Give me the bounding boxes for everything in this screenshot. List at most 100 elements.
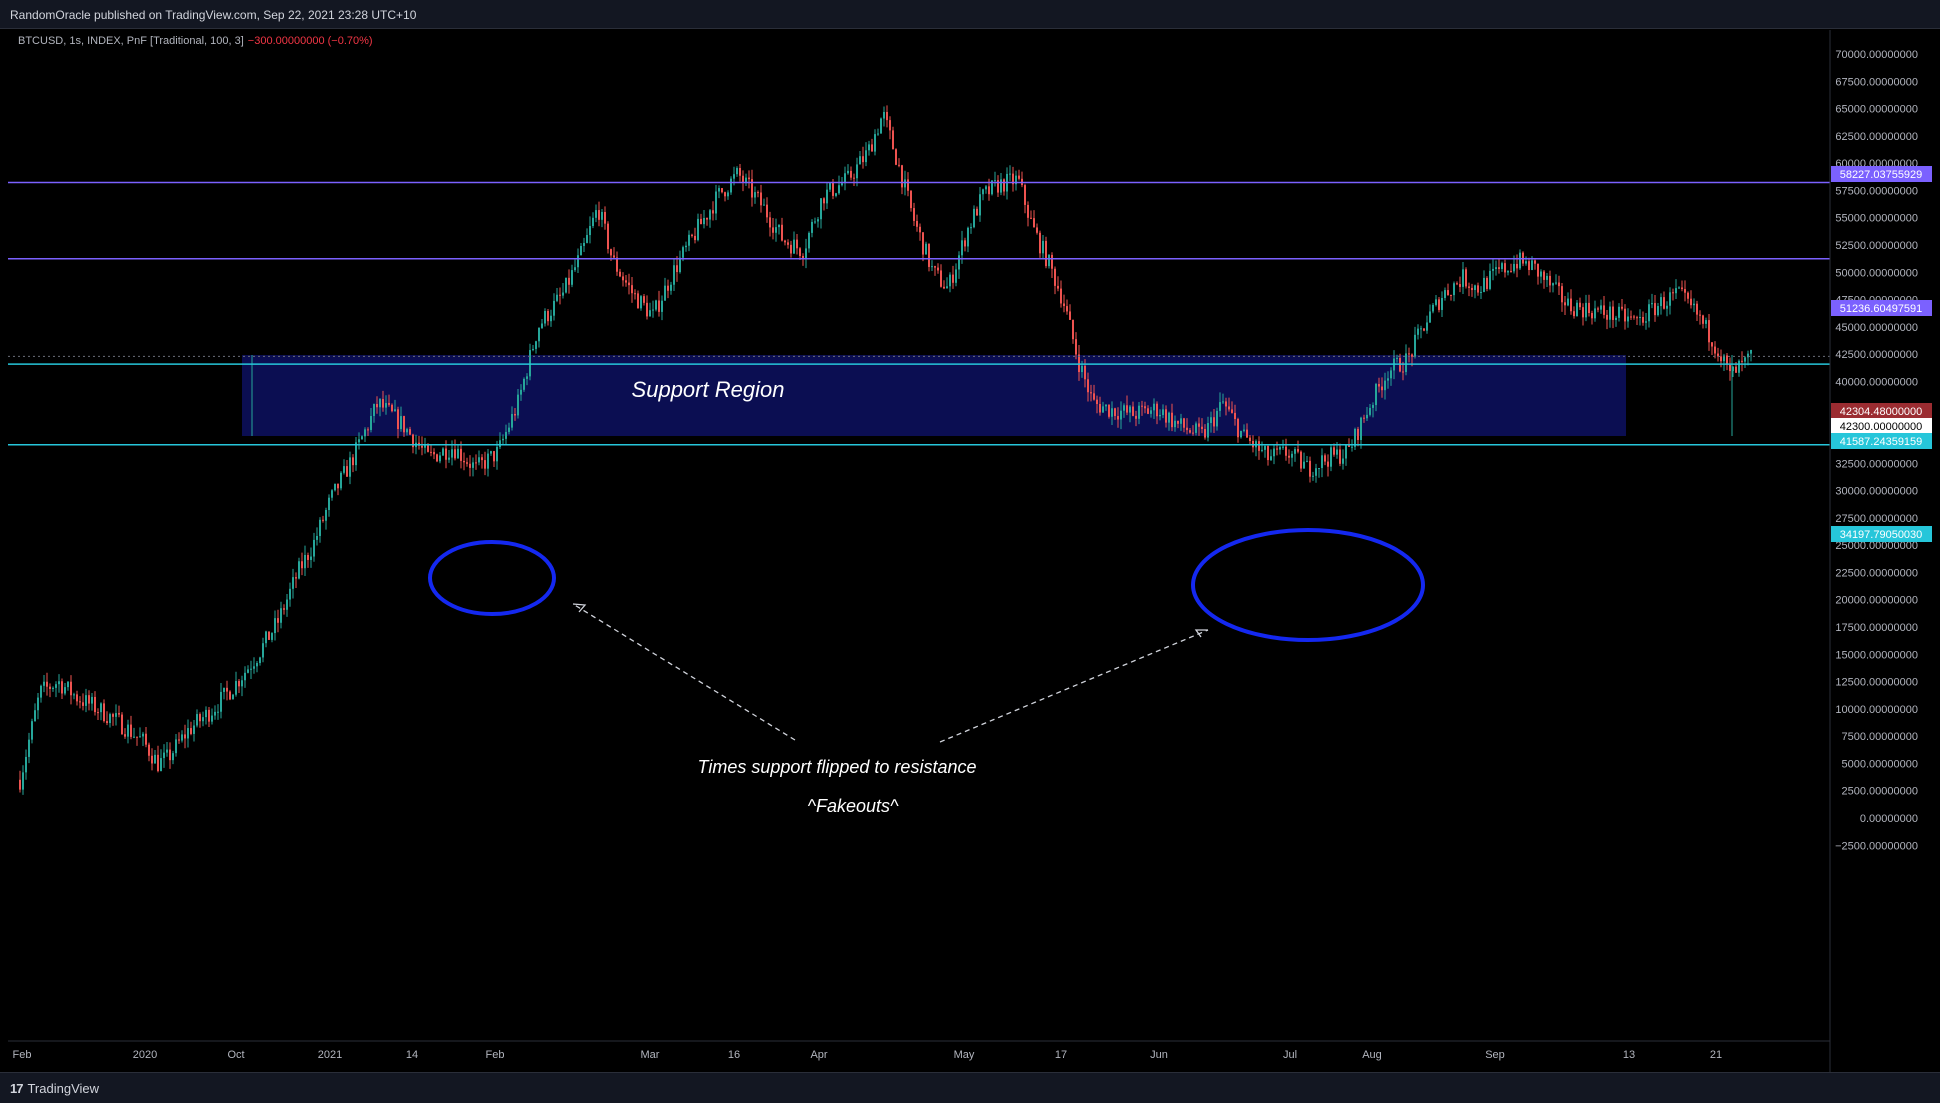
tradingview-logo-text: TradingView	[27, 1081, 100, 1096]
price-tag: 51236.60497591	[1831, 300, 1932, 316]
candle-body	[1405, 353, 1407, 372]
candle-body	[1702, 315, 1704, 324]
candle-body	[1135, 415, 1137, 419]
candle-body	[1489, 270, 1491, 289]
candle-body	[448, 457, 450, 460]
candle-body	[730, 178, 732, 193]
candle-body	[1234, 412, 1236, 420]
y-tick-label: 45000.00000000	[1835, 322, 1918, 334]
candle-body	[1645, 321, 1647, 323]
candle-body	[1306, 460, 1308, 462]
candle-body	[1579, 302, 1581, 308]
candle-body	[460, 448, 462, 461]
y-tick-label: 27500.00000000	[1835, 513, 1918, 525]
x-tick-label: 14	[406, 1049, 418, 1061]
candle-body	[562, 292, 564, 296]
candle-body	[196, 714, 198, 726]
candle-body	[1441, 297, 1443, 310]
y-tick-label: 15000.00000000	[1835, 649, 1918, 661]
candle-body	[184, 734, 186, 739]
candle-body	[1105, 404, 1107, 407]
candle-body	[1738, 360, 1740, 373]
candle-body	[1636, 317, 1638, 319]
y-tick-label: 52500.00000000	[1835, 240, 1918, 252]
candle-body	[643, 296, 645, 303]
price-tag: 34197.79050030	[1831, 526, 1932, 542]
y-tick-label: 50000.00000000	[1835, 267, 1918, 279]
candle-body	[337, 483, 339, 489]
candle-body	[64, 687, 66, 694]
candle-body	[886, 111, 888, 121]
candle-body	[1474, 285, 1476, 291]
candle-body	[1612, 306, 1614, 320]
candle-body	[271, 633, 273, 640]
candle-body	[1276, 448, 1278, 450]
candle-body	[463, 460, 465, 463]
candle-body	[505, 431, 507, 439]
candle-body	[1279, 447, 1281, 450]
chart-area[interactable]: 70000.00000000 67500.00000000 65000.000000…	[8, 30, 1940, 1072]
candle-body	[793, 239, 795, 254]
candle-body	[1744, 357, 1746, 362]
candle-body	[478, 457, 480, 463]
candle-body	[1069, 311, 1071, 320]
candle-body	[1705, 320, 1707, 324]
price-tag: 42304.48000000	[1831, 403, 1932, 419]
candle-body	[193, 725, 195, 734]
candle-body	[1018, 175, 1020, 179]
candle-body	[109, 714, 111, 724]
candle-body	[880, 118, 882, 134]
candle-body	[1525, 261, 1527, 264]
candle-body	[1030, 217, 1032, 219]
candle-body	[19, 779, 21, 790]
candle-body	[37, 697, 39, 711]
candle-body	[1042, 240, 1044, 254]
candle-body	[919, 226, 921, 233]
candle-body	[250, 668, 252, 670]
candle-body	[376, 404, 378, 408]
y-tick-label: 65000.00000000	[1835, 104, 1918, 116]
candle-body	[358, 439, 360, 443]
candle-body	[1231, 409, 1233, 413]
y-tick-label: 5000.00000000	[1842, 758, 1918, 770]
candle-body	[1675, 288, 1677, 294]
candle-body	[1327, 461, 1329, 467]
symbol-info[interactable]: BTCUSD, 1s, INDEX, PnF [Traditional, 100…	[18, 35, 244, 47]
candle-body	[1375, 384, 1377, 406]
price-tag-label: 42304.48000000	[1840, 406, 1923, 418]
candle-body	[43, 681, 45, 686]
candle-body	[1615, 317, 1617, 320]
candle-body	[748, 177, 750, 180]
x-tick-label: Feb	[13, 1049, 32, 1061]
candle-body	[955, 269, 957, 283]
candle-body	[1282, 446, 1284, 448]
candle-body	[895, 149, 897, 165]
candle-body	[1297, 449, 1299, 452]
candle-body	[55, 684, 57, 688]
candle-body	[1624, 308, 1626, 322]
candle-body	[253, 666, 255, 669]
candle-body	[1495, 267, 1497, 269]
candle-body	[1258, 441, 1260, 451]
candle-body	[1669, 292, 1671, 306]
candle-body	[1711, 342, 1713, 347]
candle-body	[1189, 430, 1191, 433]
symbol-legend: BTCUSD, 1s, INDEX, PnF [Traditional, 100…	[18, 35, 373, 47]
candle-body	[451, 449, 453, 458]
candle-body	[901, 165, 903, 188]
candle-body	[1663, 297, 1665, 309]
candle-body	[1144, 406, 1146, 409]
candle-body	[547, 310, 549, 322]
time-axis[interactable]: Feb 2020 Oct 2021 14 Feb Mar 16 Apr May 17 Jun Jul Au…	[13, 1049, 1723, 1061]
candle-body	[616, 257, 618, 272]
candle-body	[1729, 364, 1731, 372]
tradingview-logo[interactable]: 17 TradingView	[10, 1081, 99, 1096]
price-chart[interactable]: 70000.00000000 67500.00000000 65000.000000…	[8, 30, 1940, 1072]
x-tick-label: Mar	[641, 1049, 660, 1061]
candle-body	[1657, 306, 1659, 316]
candle-body	[742, 175, 744, 183]
candle-body	[97, 712, 99, 714]
candle-body	[1501, 263, 1503, 269]
candle-body	[382, 399, 384, 408]
candle-body	[1735, 366, 1737, 373]
